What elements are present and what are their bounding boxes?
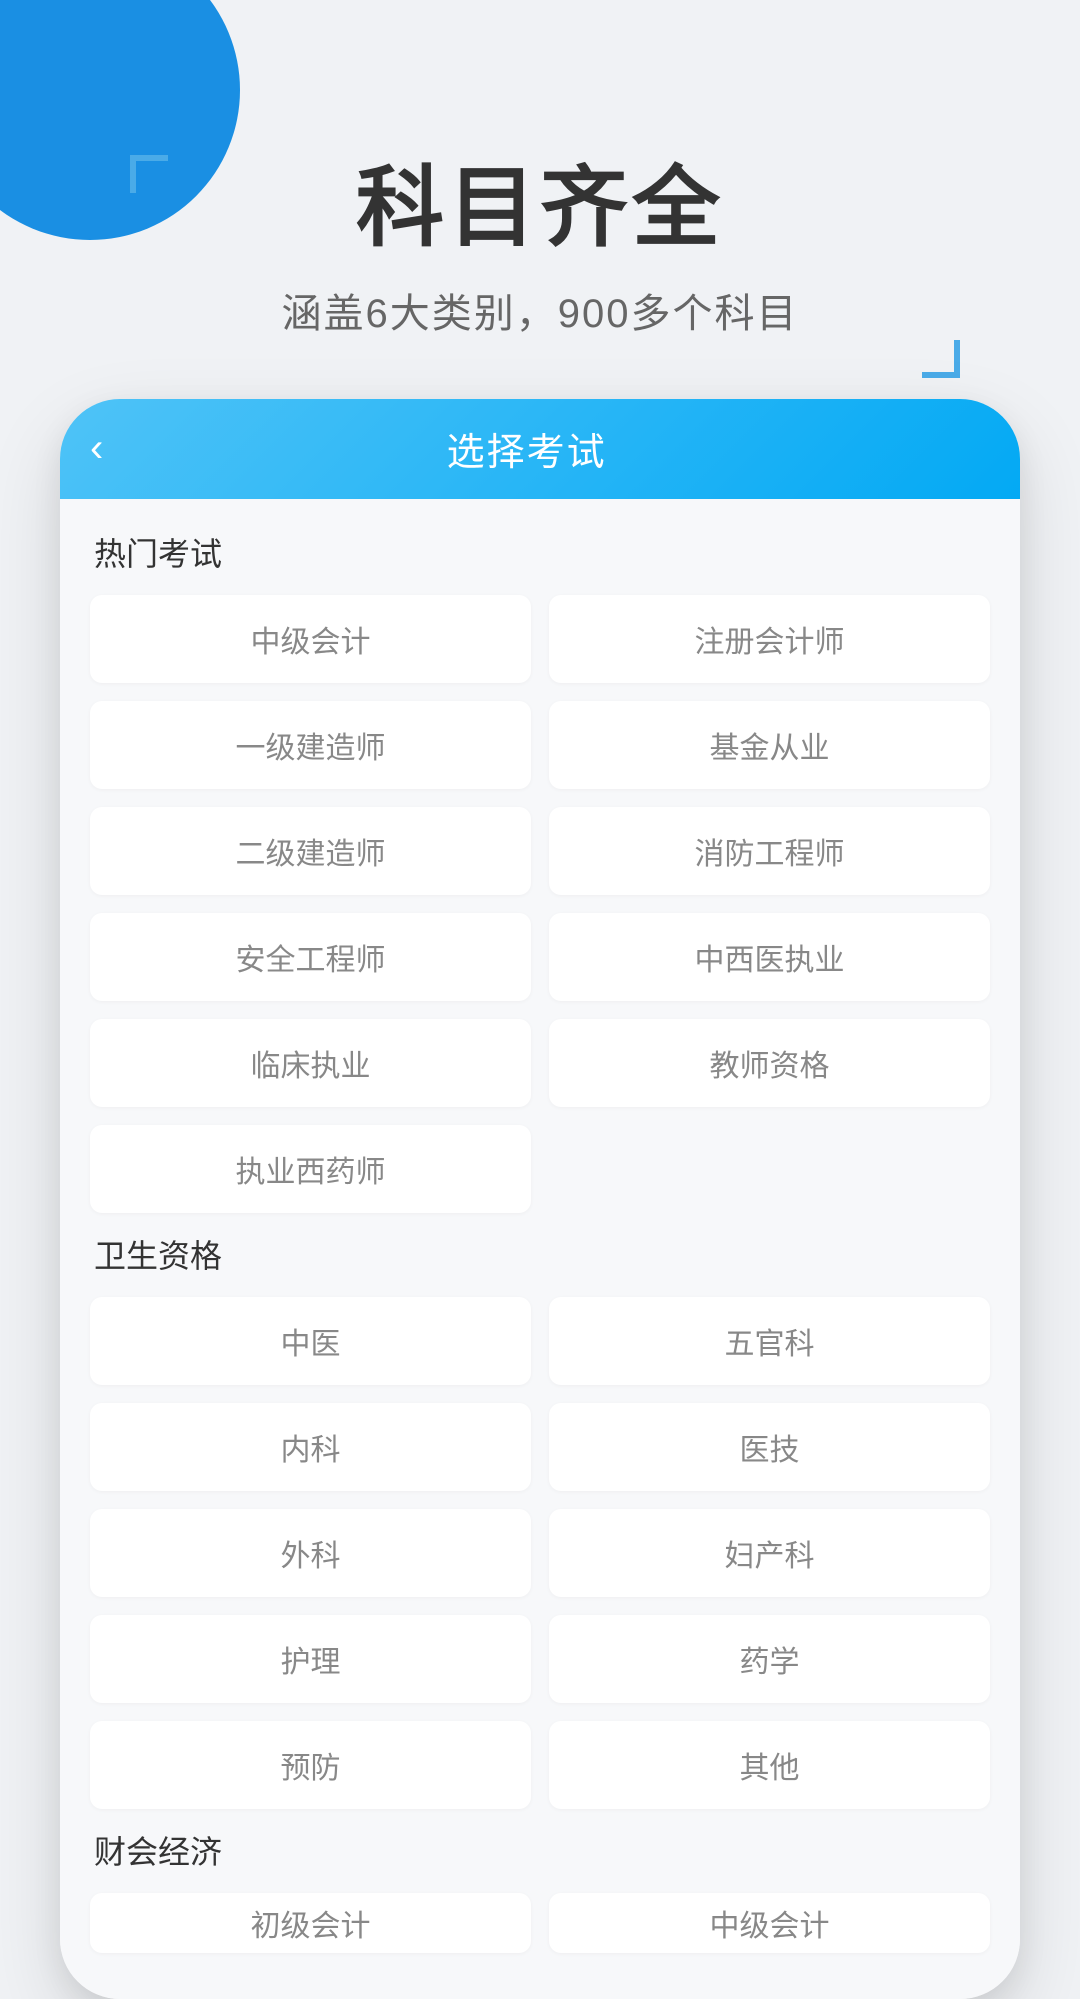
exam-item-zhongxiyizhiye[interactable]: 中西医执业 — [549, 913, 990, 1001]
exam-item-jijincongye[interactable]: 基金从业 — [549, 701, 990, 789]
exam-item-qita[interactable]: 其他 — [549, 1721, 990, 1809]
sub-title: 涵盖6大类别，900多个科目 — [0, 281, 1080, 339]
finance-label: 财会经济 — [90, 1827, 990, 1873]
health-row-1: 中医 五官科 — [90, 1297, 990, 1385]
hot-exams-section: 热门考试 中级会计 注册会计师 一级建造师 基金从业 二级建造师 消防工程师 — [90, 529, 990, 1213]
exam-item-fuchanke[interactable]: 妇产科 — [549, 1509, 990, 1597]
exam-item-zhiyexiyaoshi[interactable]: 执业西药师 — [90, 1125, 531, 1213]
exam-item-erjijianzoashi[interactable]: 二级建造师 — [90, 807, 531, 895]
hot-exams-label: 热门考试 — [90, 529, 990, 575]
app-header-title: 选择考试 — [123, 421, 930, 476]
phone-mockup: ‹ 选择考试 热门考试 中级会计 注册会计师 一级建造师 基金从业 — [60, 399, 1020, 1999]
exam-item-waike[interactable]: 外科 — [90, 1509, 531, 1597]
exam-item-wuguanke[interactable]: 五官科 — [549, 1297, 990, 1385]
exam-item-zhongjikuaiji2[interactable]: 中级会计 — [549, 1893, 990, 1953]
exam-item-chujikuaiji[interactable]: 初级会计 — [90, 1893, 531, 1953]
finance-section: 财会经济 初级会计 中级会计 — [90, 1827, 990, 1953]
hot-row-2: 一级建造师 基金从业 — [90, 701, 990, 789]
hot-row-3: 二级建造师 消防工程师 — [90, 807, 990, 895]
back-button[interactable]: ‹ — [90, 426, 103, 471]
exam-item-huli[interactable]: 护理 — [90, 1615, 531, 1703]
exam-item-xiaofanggongchengshi[interactable]: 消防工程师 — [549, 807, 990, 895]
exam-item-yijijianzaoshi[interactable]: 一级建造师 — [90, 701, 531, 789]
hot-row-5: 临床执业 教师资格 — [90, 1019, 990, 1107]
finance-row-1: 初级会计 中级会计 — [90, 1893, 990, 1953]
hot-row-4: 安全工程师 中西医执业 — [90, 913, 990, 1001]
hot-row-1: 中级会计 注册会计师 — [90, 595, 990, 683]
app-content: 热门考试 中级会计 注册会计师 一级建造师 基金从业 二级建造师 消防工程师 — [60, 499, 1020, 1999]
exam-item-neike[interactable]: 内科 — [90, 1403, 531, 1491]
exam-item-zhucekuaijishi[interactable]: 注册会计师 — [549, 595, 990, 683]
health-row-3: 外科 妇产科 — [90, 1509, 990, 1597]
health-section: 卫生资格 中医 五官科 内科 医技 外科 妇产科 护理 — [90, 1231, 990, 1809]
exam-item-jiaoshizige[interactable]: 教师资格 — [549, 1019, 990, 1107]
hot-row-6: 执业西药师 — [90, 1125, 990, 1213]
exam-item-yufang[interactable]: 预防 — [90, 1721, 531, 1809]
exam-item-anquangongchengshi[interactable]: 安全工程师 — [90, 913, 531, 1001]
exam-item-yaoxue[interactable]: 药学 — [549, 1615, 990, 1703]
health-label: 卫生资格 — [90, 1231, 990, 1277]
health-row-2: 内科 医技 — [90, 1403, 990, 1491]
health-row-5: 预防 其他 — [90, 1721, 990, 1809]
exam-item-zhongjikuaiji[interactable]: 中级会计 — [90, 595, 531, 683]
header-section: 科目齐全 涵盖6大类别，900多个科目 — [0, 0, 1080, 399]
exam-item-zhongyi[interactable]: 中医 — [90, 1297, 531, 1385]
main-title: 科目齐全 — [0, 160, 1080, 257]
app-header: ‹ 选择考试 — [60, 399, 1020, 499]
exam-item-yiji[interactable]: 医技 — [549, 1403, 990, 1491]
health-row-4: 护理 药学 — [90, 1615, 990, 1703]
phone-mockup-wrapper: ‹ 选择考试 热门考试 中级会计 注册会计师 一级建造师 基金从业 — [60, 399, 1020, 1999]
exam-item-linchuangzhiye[interactable]: 临床执业 — [90, 1019, 531, 1107]
